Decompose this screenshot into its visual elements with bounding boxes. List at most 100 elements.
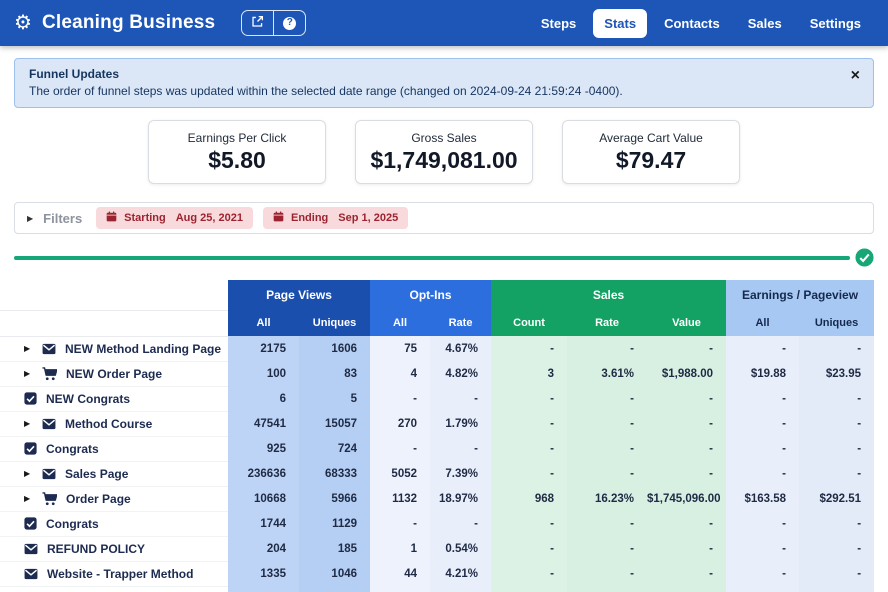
- cell-earnings-uniques: -: [799, 411, 875, 436]
- cell-sales-count: -: [491, 336, 568, 361]
- average-cart-value-card: Average Cart Value $79.47: [562, 120, 740, 184]
- cell-sales-count: -: [491, 386, 568, 411]
- expand-caret-icon[interactable]: ▶: [24, 369, 33, 378]
- cell-optins-rate: 2.27%: [430, 586, 492, 592]
- cell-earnings-all: -: [726, 411, 800, 436]
- cell-pageviews-uniques: 68333: [299, 461, 371, 486]
- cell-pageviews-all: 6: [228, 386, 299, 411]
- envelope-icon: [42, 468, 56, 480]
- column-header-sales-count: Count: [491, 310, 568, 336]
- funnel-step-cell[interactable]: ▶ Order Page: [0, 486, 228, 512]
- cell-optins-all: 270: [370, 411, 431, 436]
- cell-earnings-uniques: $23.95: [799, 361, 875, 386]
- funnel-step-cell[interactable]: Congrats: [0, 511, 228, 537]
- cell-sales-rate: -: [567, 561, 648, 586]
- cell-pageviews-uniques: 83: [299, 361, 371, 386]
- cell-optins-all: 75: [370, 336, 431, 361]
- cell-optins-rate: 18.97%: [430, 486, 492, 511]
- cell-sales-rate: -: [567, 436, 648, 461]
- checked-checkbox-icon: [24, 442, 37, 455]
- starting-date-filter[interactable]: Starting Aug 25, 2021: [96, 207, 253, 229]
- cell-sales-count: -: [491, 436, 568, 461]
- expand-caret-icon[interactable]: ▶: [24, 469, 33, 478]
- group-header-earnings-pageview: Earnings / Pageview: [726, 280, 875, 310]
- cell-earnings-all: $163.58: [726, 486, 800, 511]
- cell-earnings-all: -: [726, 336, 800, 361]
- ending-date-filter[interactable]: Ending Sep 1, 2025: [263, 207, 409, 229]
- cell-earnings-uniques: -: [799, 386, 875, 411]
- cell-pageviews-all: 925: [228, 436, 299, 461]
- cell-sales-rate: -: [567, 336, 648, 361]
- alert-close-icon[interactable]: ×: [851, 68, 860, 84]
- table-corner: [0, 280, 228, 311]
- funnel-updates-alert: Funnel Updates The order of funnel steps…: [14, 58, 874, 108]
- column-header-pageviews-uniques: Uniques: [299, 310, 371, 336]
- cart-icon: [42, 491, 57, 506]
- expand-caret-icon[interactable]: ▶: [24, 494, 33, 503]
- gross-sales-card: Gross Sales $1,749,081.00: [355, 120, 533, 184]
- cell-sales-count[interactable]: 3: [491, 361, 568, 386]
- cell-sales-value: $1,745,096.00: [647, 486, 727, 511]
- funnel-step-cell[interactable]: ▶Website - Method order page: [0, 586, 228, 592]
- gear-icon: ⚙: [14, 12, 32, 34]
- cell-earnings-uniques: -: [799, 511, 875, 536]
- filters-bar: ▶ Filters Starting Aug 25, 2021 Ending S…: [14, 202, 874, 234]
- expand-caret-icon[interactable]: ▶: [24, 419, 33, 428]
- funnel-step-cell[interactable]: ▶ NEW Order Page: [0, 361, 228, 387]
- nav-tab-sales[interactable]: Sales: [737, 9, 793, 38]
- cell-optins-rate: 0.54%: [430, 536, 492, 561]
- cell-optins-all: -: [370, 511, 431, 536]
- cell-sales-value: $1,997.00: [647, 586, 727, 592]
- funnel-action-buttons: ?: [241, 10, 307, 36]
- cell-optins-all: -: [370, 436, 431, 461]
- cell-earnings-uniques: -: [799, 336, 875, 361]
- envelope-icon: [24, 543, 38, 555]
- funnel-table-body: ▶ NEW Method Landing Page 2175 1606 75 4.67% -…: [0, 336, 875, 592]
- funnel-step-cell[interactable]: Website - Trapper Method: [0, 561, 228, 587]
- card-label: Average Cart Value: [599, 130, 703, 145]
- funnel-step-cell[interactable]: Congrats: [0, 436, 228, 462]
- expand-caret-icon[interactable]: ▶: [24, 344, 33, 353]
- table-row: Website - Trapper Method 1335 1046 44 4.21% -…: [0, 561, 875, 587]
- help-button[interactable]: ?: [273, 11, 305, 35]
- cell-pageviews-all: 10668: [228, 486, 299, 511]
- help-icon: ?: [283, 16, 297, 30]
- funnel-step-cell[interactable]: REFUND POLICY: [0, 536, 228, 562]
- cell-sales-count: -: [491, 461, 568, 486]
- funnel-step-cell[interactable]: NEW Congrats: [0, 386, 228, 412]
- filters-expand-icon[interactable]: ▶: [27, 214, 33, 223]
- cell-optins-rate: -: [430, 436, 492, 461]
- cell-optins-rate: 4.82%: [430, 361, 492, 386]
- funnel-step-cell[interactable]: ▶ Sales Page: [0, 461, 228, 487]
- funnel-step-name: Website - Trapper Method: [47, 566, 194, 581]
- alert-title: Funnel Updates: [29, 67, 120, 81]
- nav-tab-stats[interactable]: Stats: [593, 8, 648, 38]
- table-row: Congrats 1744 1129- - - - - - -: [0, 511, 875, 537]
- funnel-step-cell[interactable]: ▶ NEW Method Landing Page: [0, 336, 228, 362]
- cell-optins-rate: 4.67%: [430, 336, 492, 361]
- earnings-per-click-card: Earnings Per Click $5.80: [148, 120, 326, 184]
- nav-tab-steps[interactable]: Steps: [530, 9, 587, 38]
- sub-header-row: All Uniques All Rate Count Rate Value Al…: [0, 310, 875, 337]
- app-title: Cleaning Business: [41, 12, 216, 33]
- nav-tab-contacts[interactable]: Contacts: [653, 9, 731, 38]
- nav-tab-settings[interactable]: Settings: [799, 9, 872, 38]
- cell-sales-value: -: [647, 386, 727, 411]
- cell-sales-value: $1,988.00: [647, 361, 727, 386]
- cell-sales-rate: 16.23%: [567, 486, 648, 511]
- nav-tabs: Steps Stats Contacts Sales Settings: [530, 8, 872, 38]
- open-funnel-button[interactable]: [242, 11, 273, 35]
- cell-optins-all: 1: [370, 586, 431, 592]
- table-row: ▶ Sales Page 236636 68333 5052 7.39% - - - - -: [0, 461, 875, 487]
- column-header-earnings-uniques: Uniques: [799, 310, 875, 336]
- funnel-step-cell[interactable]: ▶ Method Course: [0, 411, 228, 437]
- cell-sales-count[interactable]: 1: [491, 586, 568, 592]
- cell-pageviews-all: 236636: [228, 461, 299, 486]
- cell-sales-value: -: [647, 561, 727, 586]
- checked-checkbox-icon: [24, 392, 37, 405]
- cell-sales-count[interactable]: 968: [491, 486, 568, 511]
- group-header-sales: Sales: [491, 280, 727, 310]
- cell-sales-value: -: [647, 461, 727, 486]
- card-value: $79.47: [615, 146, 687, 173]
- cell-optins-rate: -: [430, 511, 492, 536]
